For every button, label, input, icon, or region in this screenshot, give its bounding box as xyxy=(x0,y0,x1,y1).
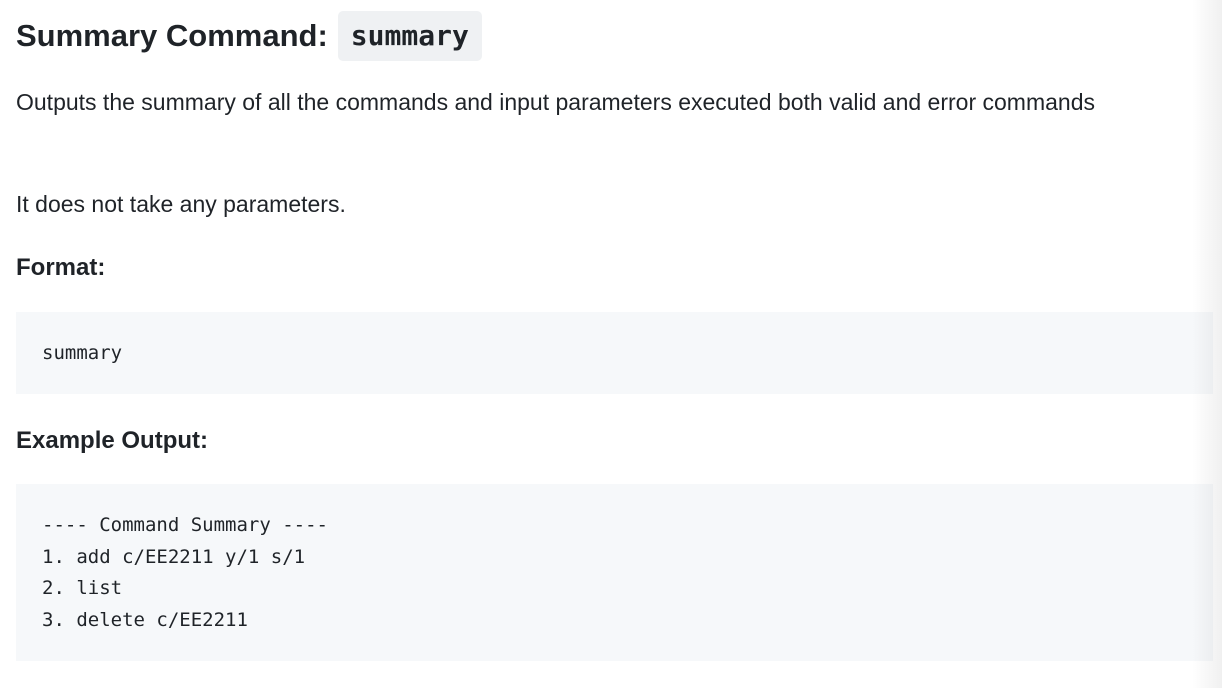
no-params-text: It does not take any parameters. xyxy=(16,191,346,217)
description-text: Outputs the summary of all the commands … xyxy=(16,89,1095,115)
example-output-label: Example Output: xyxy=(16,427,209,454)
heading-inline-code: summary xyxy=(337,11,482,61)
example-output-code-block: ---- Command Summary ---- 1. add c/EE221… xyxy=(16,484,1213,661)
code-line: 1. add c/EE2211 y/1 s/1 xyxy=(42,545,306,568)
code-line: 3. delete c/EE2211 xyxy=(42,608,248,631)
format-label: Format: xyxy=(16,254,106,281)
code-line: ---- Command Summary ---- xyxy=(42,514,328,536)
scroll-edge-shadow xyxy=(1192,0,1222,688)
code-line: 2. list xyxy=(42,577,123,599)
format-code-block: summary xyxy=(16,312,1213,394)
heading-text: Summary Command: xyxy=(16,18,328,53)
section-heading: Summary Command: summary xyxy=(16,11,482,61)
format-code-text: summary xyxy=(42,342,123,364)
